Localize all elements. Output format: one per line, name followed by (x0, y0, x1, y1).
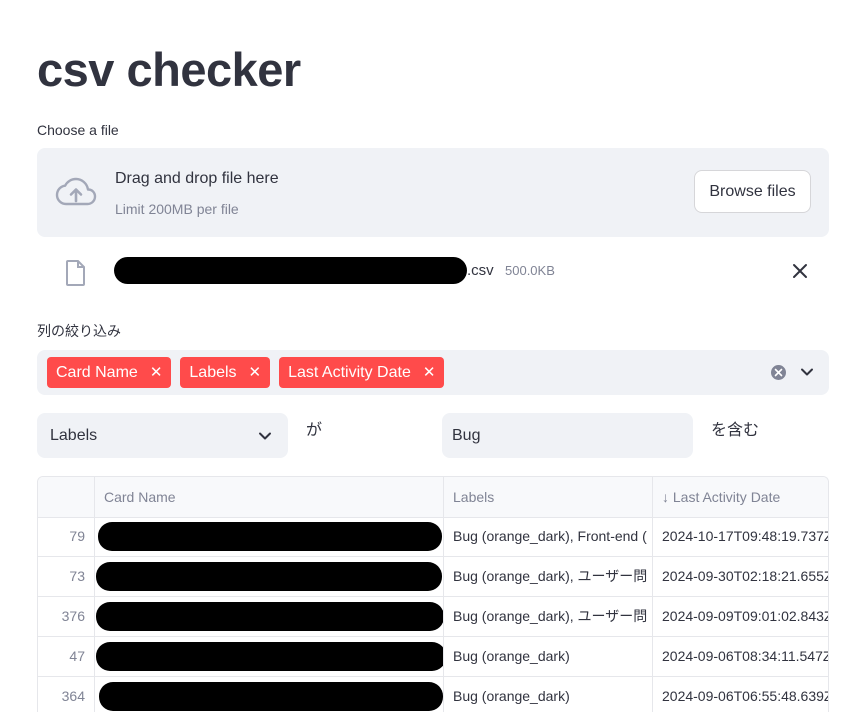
chevron-down-icon[interactable] (800, 365, 814, 379)
data-table[interactable]: Card Name Labels ↓ Last Activity Date 79… (37, 476, 829, 712)
labels-cell: Bug (orange_dark) (444, 637, 653, 676)
clear-all-icon[interactable] (771, 365, 786, 380)
column-filter-label: 列の絞り込み (37, 323, 121, 339)
table-header: Card Name Labels ↓ Last Activity Date (38, 477, 828, 518)
condition-suffix: を含む (711, 422, 760, 439)
dropzone-limit: Limit 200MB per file (115, 201, 239, 217)
table-row[interactable]: 73 Bug (orange_dark), ユーザー問 2024-09-30T0… (38, 557, 829, 597)
card-name-cell (95, 517, 444, 556)
card-name-cell (95, 637, 444, 676)
tag-label: Last Activity Date (288, 363, 411, 381)
tag-card-name: Card Name ✕ (47, 357, 172, 388)
card-name-cell (95, 597, 444, 636)
page: csv checker Choose a file Drag and drop … (0, 0, 867, 712)
redacted-file-name (114, 257, 467, 284)
redacted-card-name (96, 562, 442, 591)
dropzone-instruction: Drag and drop file here (115, 170, 279, 187)
tag-label: Card Name (56, 363, 138, 381)
tag-last-activity-date: Last Activity Date ✕ (279, 357, 445, 388)
file-size: 500.0KB (505, 263, 555, 278)
column-header-labels[interactable]: Labels (444, 477, 653, 517)
file-dropzone[interactable]: Drag and drop file here Limit 200MB per … (37, 148, 829, 237)
condition-column-select[interactable]: Labels (37, 413, 288, 458)
labels-cell: Bug (orange_dark) (444, 677, 653, 712)
tag-labels: Labels ✕ (180, 357, 271, 388)
remove-tag-icon[interactable]: ✕ (249, 365, 262, 380)
browse-files-button[interactable]: Browse files (694, 170, 811, 213)
row-index: 47 (38, 637, 95, 676)
card-name-cell (95, 677, 444, 712)
table-row[interactable]: 47 Bug (orange_dark) 2024-09-06T08:34:11… (38, 637, 829, 677)
close-icon[interactable] (791, 262, 809, 280)
tag-label: Labels (189, 363, 237, 381)
date-cell: 2024-09-06T08:34:11.547Z (662, 648, 829, 664)
column-multiselect[interactable]: Card Name ✕ Labels ✕ Last Activity Date … (37, 350, 829, 395)
date-cell: 2024-09-09T09:01:02.843Z (662, 608, 829, 624)
row-index: 376 (38, 597, 95, 636)
index-header (38, 477, 95, 517)
row-index: 73 (38, 557, 95, 596)
cloud-upload-icon (55, 177, 97, 206)
remove-tag-icon[interactable]: ✕ (423, 365, 436, 380)
row-index: 79 (38, 517, 95, 556)
labels-cell: Bug (orange_dark), Front-end ( (444, 517, 653, 556)
condition-value-input[interactable] (442, 413, 693, 458)
file-extension: .csv (467, 262, 494, 279)
labels-cell: Bug (orange_dark), ユーザー問 (444, 597, 653, 636)
selected-tags: Card Name ✕ Labels ✕ Last Activity Date … (47, 357, 445, 388)
chevron-down-icon (259, 432, 271, 440)
column-header-card-name[interactable]: Card Name (95, 477, 444, 517)
redacted-card-name (99, 682, 443, 711)
redacted-card-name (96, 602, 443, 631)
table-row[interactable]: 364 Bug (orange_dark) 2024-09-06T06:55:4… (38, 677, 829, 712)
date-cell: 2024-10-17T09:48:19.737Z (662, 528, 829, 544)
file-icon (66, 260, 85, 286)
card-name-cell (95, 557, 444, 596)
redacted-card-name (96, 642, 443, 671)
table-row[interactable]: 79 Bug (orange_dark), Front-end ( 2024-1… (38, 517, 829, 557)
row-index: 364 (38, 677, 95, 712)
selected-column-value: Labels (50, 427, 98, 444)
column-header-last-activity-date[interactable]: ↓ Last Activity Date (653, 477, 828, 517)
uploaded-file: .csv 500.0KB (37, 250, 829, 294)
page-title: csv checker (37, 43, 301, 96)
date-cell: 2024-09-30T02:18:21.655Z (662, 568, 829, 584)
redacted-card-name (98, 522, 442, 551)
date-cell: 2024-09-06T06:55:48.639Z (662, 688, 829, 704)
labels-cell: Bug (orange_dark), ユーザー問 (444, 557, 653, 596)
uploader-label: Choose a file (37, 122, 119, 138)
remove-tag-icon[interactable]: ✕ (150, 365, 163, 380)
table-row[interactable]: 376 Bug (orange_dark), ユーザー問 2024-09-09T… (38, 597, 829, 637)
condition-connector: が (306, 422, 323, 439)
